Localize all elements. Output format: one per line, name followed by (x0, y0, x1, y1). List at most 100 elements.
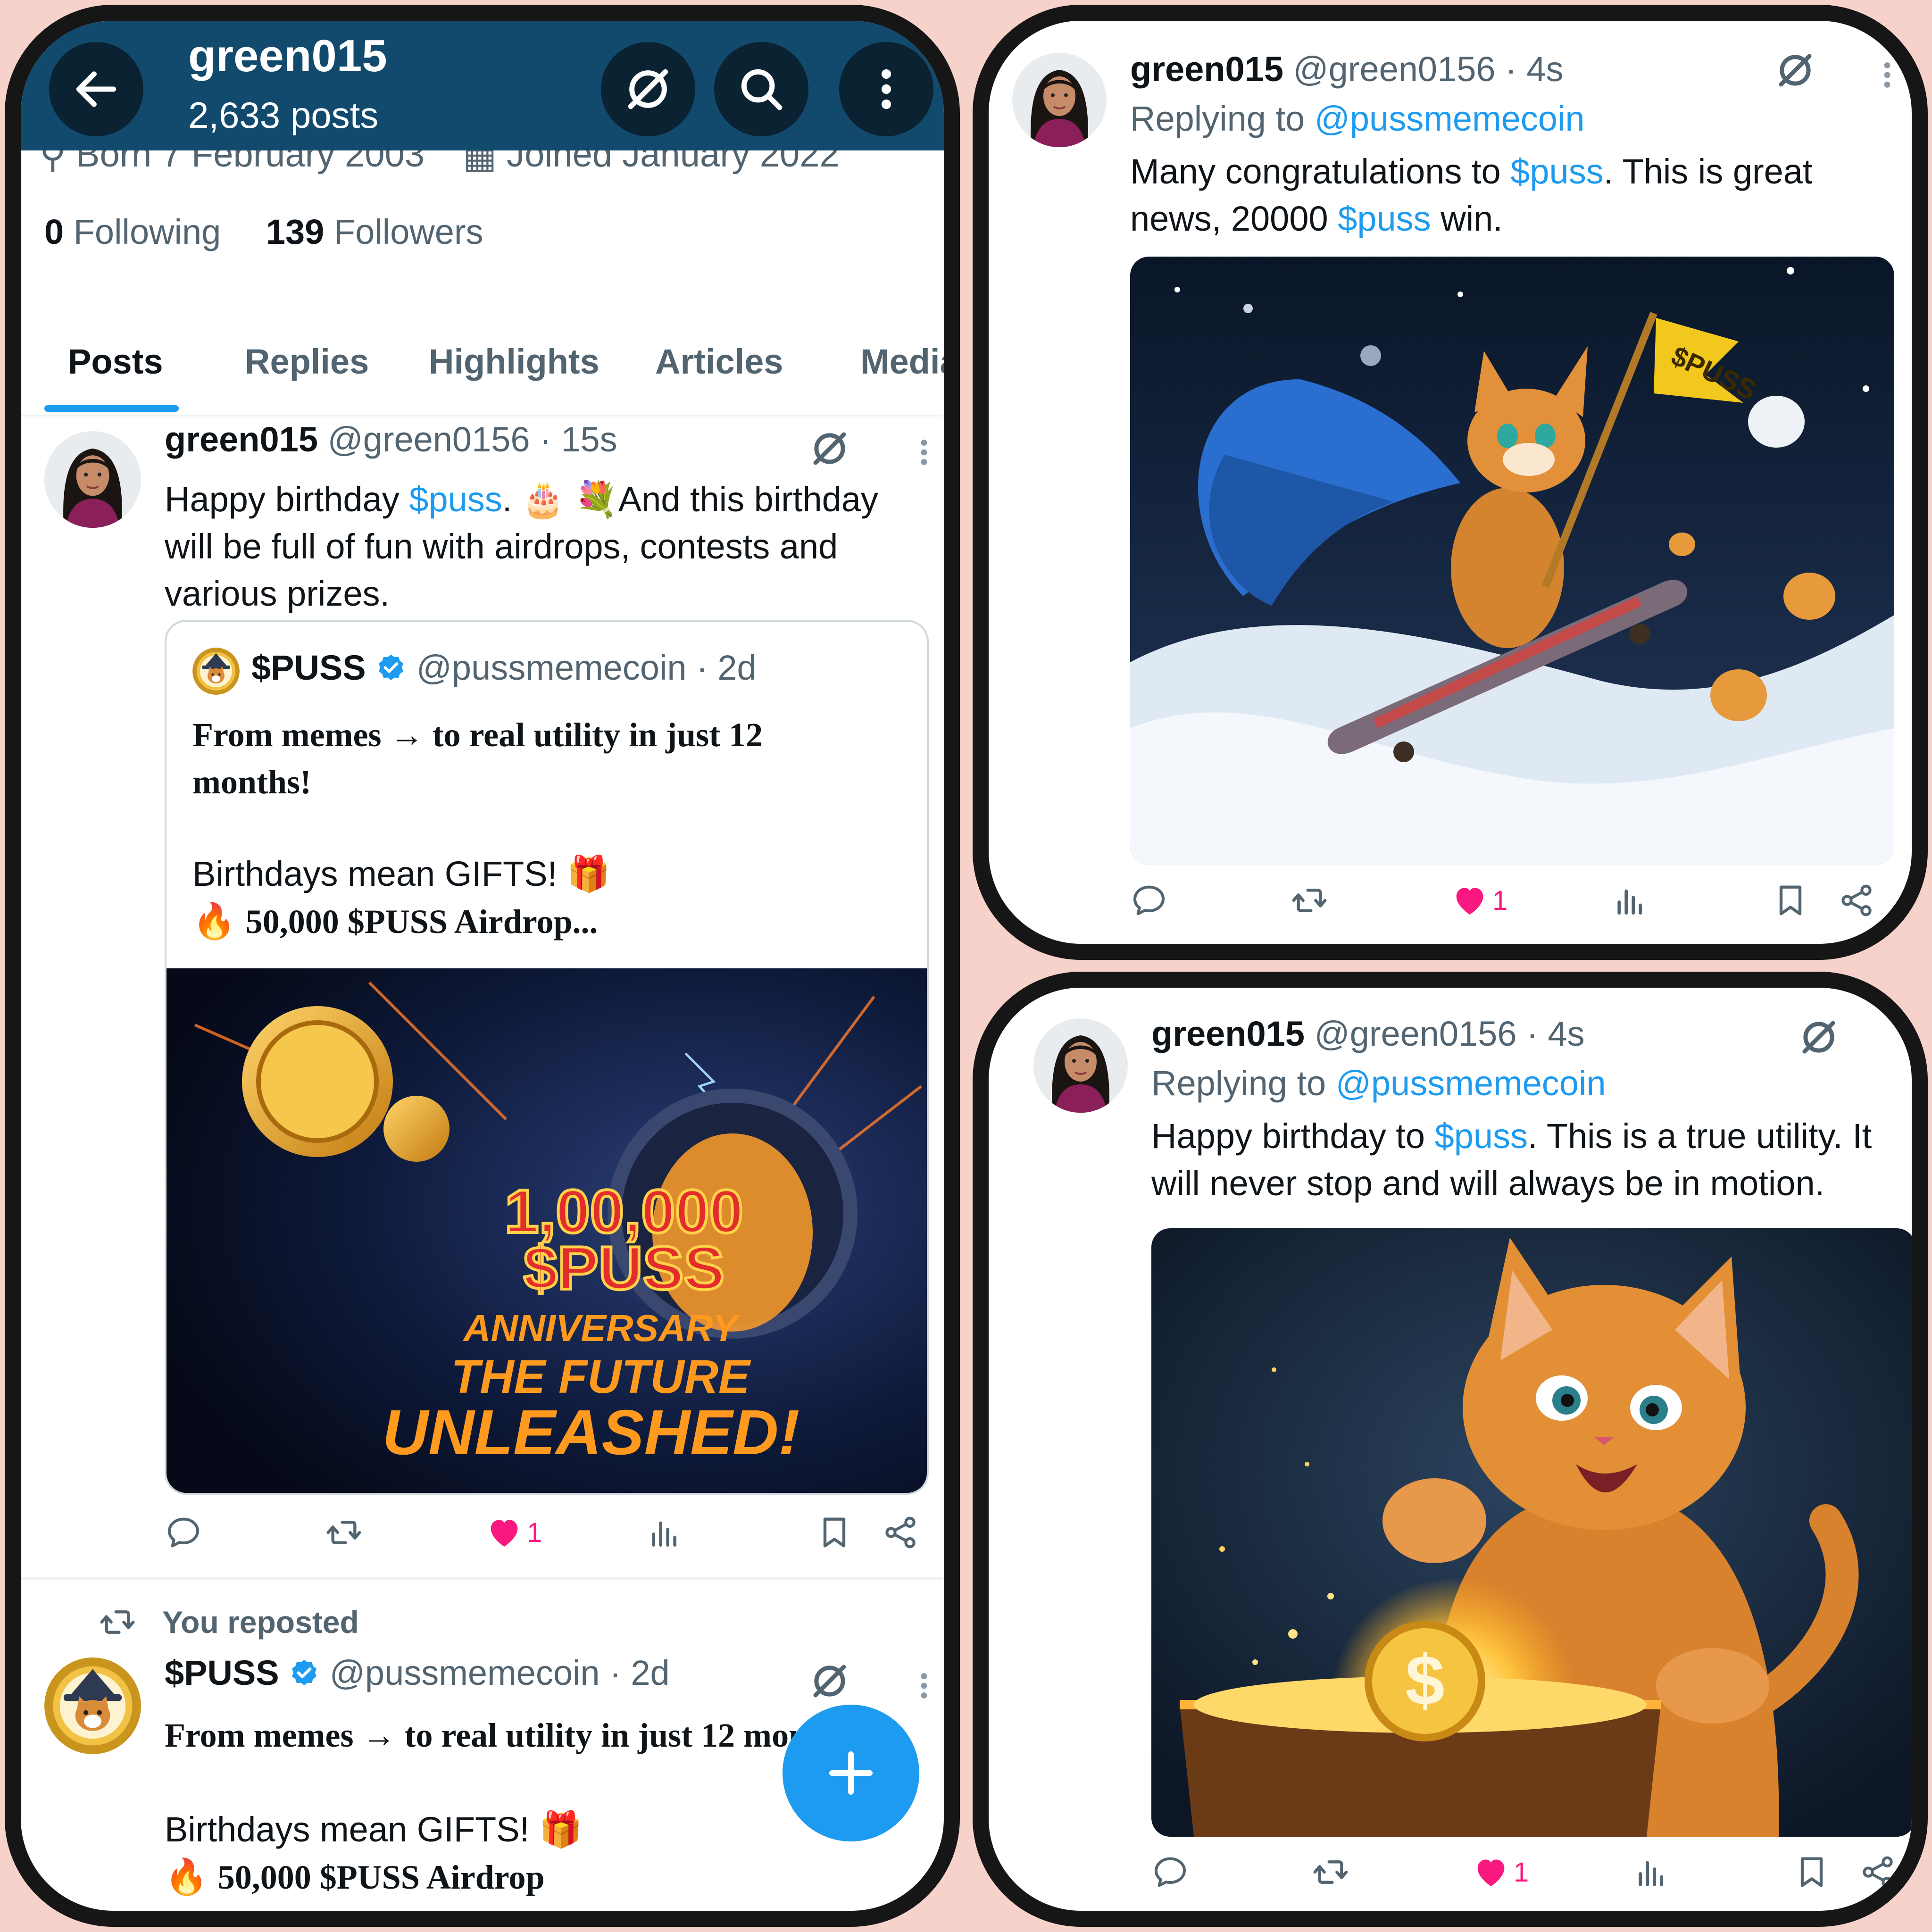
plus-icon (829, 1751, 873, 1795)
profile-header-bar: green015 2,633 posts (21, 21, 944, 150)
verified-icon (375, 652, 407, 683)
compose-button[interactable] (783, 1705, 919, 1841)
avatar[interactable] (44, 431, 141, 528)
post-text: Happy birthday $puss. 🎂 💐And this birthd… (165, 480, 878, 613)
birthdate: Born 7 February 2003 (75, 148, 425, 175)
repost-author-line: $PUSS @pussmemecoin · 2d (165, 1653, 670, 1692)
views-button[interactable] (1632, 1853, 1670, 1891)
replying-to-link[interactable]: @pussmemecoin (1315, 99, 1585, 138)
author-handle-time: @green0156 · 15s (327, 420, 617, 459)
like-button[interactable]: 1 (485, 1514, 542, 1551)
reply-icon (165, 1514, 202, 1551)
snowboard-cat-image: $PUSS (1130, 257, 1894, 865)
repost-indicator: You reposted (99, 1603, 359, 1641)
repost-button[interactable] (325, 1514, 363, 1551)
post-actions: 1 (1151, 1853, 1925, 1905)
like-count: 1 (1514, 1857, 1529, 1888)
followers-link[interactable]: 139 Followers (266, 212, 483, 251)
share-icon (1838, 882, 1875, 919)
like-button[interactable]: 1 (1451, 882, 1507, 919)
tab-articles[interactable]: Articles (655, 341, 783, 382)
grok-icon[interactable] (1798, 1016, 1840, 1058)
bookmark-button[interactable] (1793, 1853, 1831, 1891)
profile-name: green015 (188, 31, 387, 81)
image-line-2: THE FUTURE (451, 1350, 751, 1403)
repost-line-2: Birthdays mean GIFTS! 🎁 (165, 1810, 583, 1849)
cashtag-link[interactable]: $puss (1435, 1116, 1528, 1156)
post-image[interactable]: $PUSS (1130, 257, 1894, 865)
tab-highlights[interactable]: Highlights (429, 341, 600, 382)
repost-icon (1312, 1853, 1349, 1891)
quote-line-2: Birthdays mean GIFTS! 🎁 (192, 854, 610, 893)
quoted-post[interactable]: $PUSS @pussmemecoin · 2d From memes → to… (165, 620, 929, 1495)
post-author-line: green015 @green0156 · 4s (1151, 1014, 1584, 1054)
tab-replies[interactable]: Replies (245, 341, 369, 382)
grok-icon[interactable] (808, 1660, 851, 1702)
share-icon (882, 1514, 919, 1551)
post-author-line: green015 @green0156 · 4s (1130, 49, 1563, 89)
back-button[interactable] (49, 42, 143, 136)
views-button[interactable] (646, 1514, 683, 1551)
avatar[interactable] (1012, 53, 1107, 147)
views-icon (1632, 1853, 1670, 1891)
replying-to-link[interactable]: @pussmemecoin (1336, 1064, 1606, 1103)
views-button[interactable] (1611, 882, 1649, 919)
cashtag-link[interactable]: $puss (409, 480, 502, 519)
join-date: Joined January 2022 (507, 148, 840, 175)
more-icon[interactable] (1871, 58, 1904, 92)
grok-icon[interactable] (808, 427, 851, 470)
verified-icon (289, 1657, 320, 1689)
like-count: 1 (1492, 885, 1508, 916)
bookmark-icon (816, 1514, 853, 1551)
repost-icon (1291, 882, 1328, 919)
profile-screen: ⚲ Born 7 February 2003 ▦ Joined January … (5, 5, 960, 1927)
grok-icon (622, 63, 674, 115)
post-text: Many congratulations to $puss. This is g… (1130, 152, 1813, 238)
repost-icon (99, 1603, 136, 1641)
more-icon[interactable] (908, 1669, 941, 1702)
avatar[interactable] (1033, 1018, 1128, 1113)
post-divider (21, 1577, 944, 1580)
reply-button[interactable] (1151, 1853, 1189, 1891)
author-handle-time: @green0156 · 4s (1293, 50, 1564, 89)
post-image[interactable]: $ (1151, 1228, 1912, 1837)
search-button[interactable] (714, 42, 808, 136)
author-name[interactable]: green015 (165, 420, 318, 459)
grok-button[interactable] (601, 42, 695, 136)
share-button[interactable] (1859, 1853, 1897, 1891)
cat-treasure-image: $ (1151, 1228, 1912, 1837)
bookmark-button[interactable] (816, 1514, 853, 1551)
reply-button[interactable] (1130, 882, 1168, 919)
active-tab-indicator (44, 405, 179, 412)
like-button[interactable]: 1 (1472, 1853, 1529, 1891)
avatar[interactable] (44, 1657, 141, 1754)
bookmark-icon (1793, 1853, 1831, 1891)
share-button[interactable] (1838, 882, 1875, 919)
author-name[interactable]: green015 (1151, 1014, 1305, 1053)
bookmark-button[interactable] (1772, 882, 1809, 919)
anniversary-image: 1,00,000 $PUSS ANNIVERSARY THE FUTURE UN… (167, 968, 927, 1493)
repost-button[interactable] (1312, 1853, 1349, 1891)
profile-tabs: Posts Replies Highlights Articles Media (21, 323, 944, 417)
more-icon[interactable] (908, 436, 941, 469)
bookmark-icon (1772, 882, 1809, 919)
more-button[interactable] (839, 42, 933, 136)
cashtag-link[interactable]: $puss (1510, 152, 1603, 191)
tabs-divider (21, 415, 944, 416)
quote-image[interactable]: 1,00,000 $PUSS ANNIVERSARY THE FUTURE UN… (167, 968, 927, 1493)
views-icon (646, 1514, 683, 1551)
reply-icon (1151, 1853, 1189, 1891)
tab-posts[interactable]: Posts (68, 341, 163, 382)
share-button[interactable] (882, 1514, 919, 1551)
tab-media[interactable]: Media (860, 341, 944, 382)
search-icon (741, 69, 783, 110)
following-link[interactable]: 0 Following (44, 212, 221, 251)
avatar (192, 648, 240, 695)
reply-button[interactable] (165, 1514, 202, 1551)
coin-symbol: $ (1405, 1641, 1444, 1720)
cashtag-link[interactable]: $puss (1338, 199, 1431, 238)
author-name[interactable]: green015 (1130, 50, 1283, 89)
repost-button[interactable] (1291, 882, 1328, 919)
grok-icon[interactable] (1774, 49, 1816, 92)
quote-author-line: $PUSS @pussmemecoin · 2d (251, 648, 757, 687)
